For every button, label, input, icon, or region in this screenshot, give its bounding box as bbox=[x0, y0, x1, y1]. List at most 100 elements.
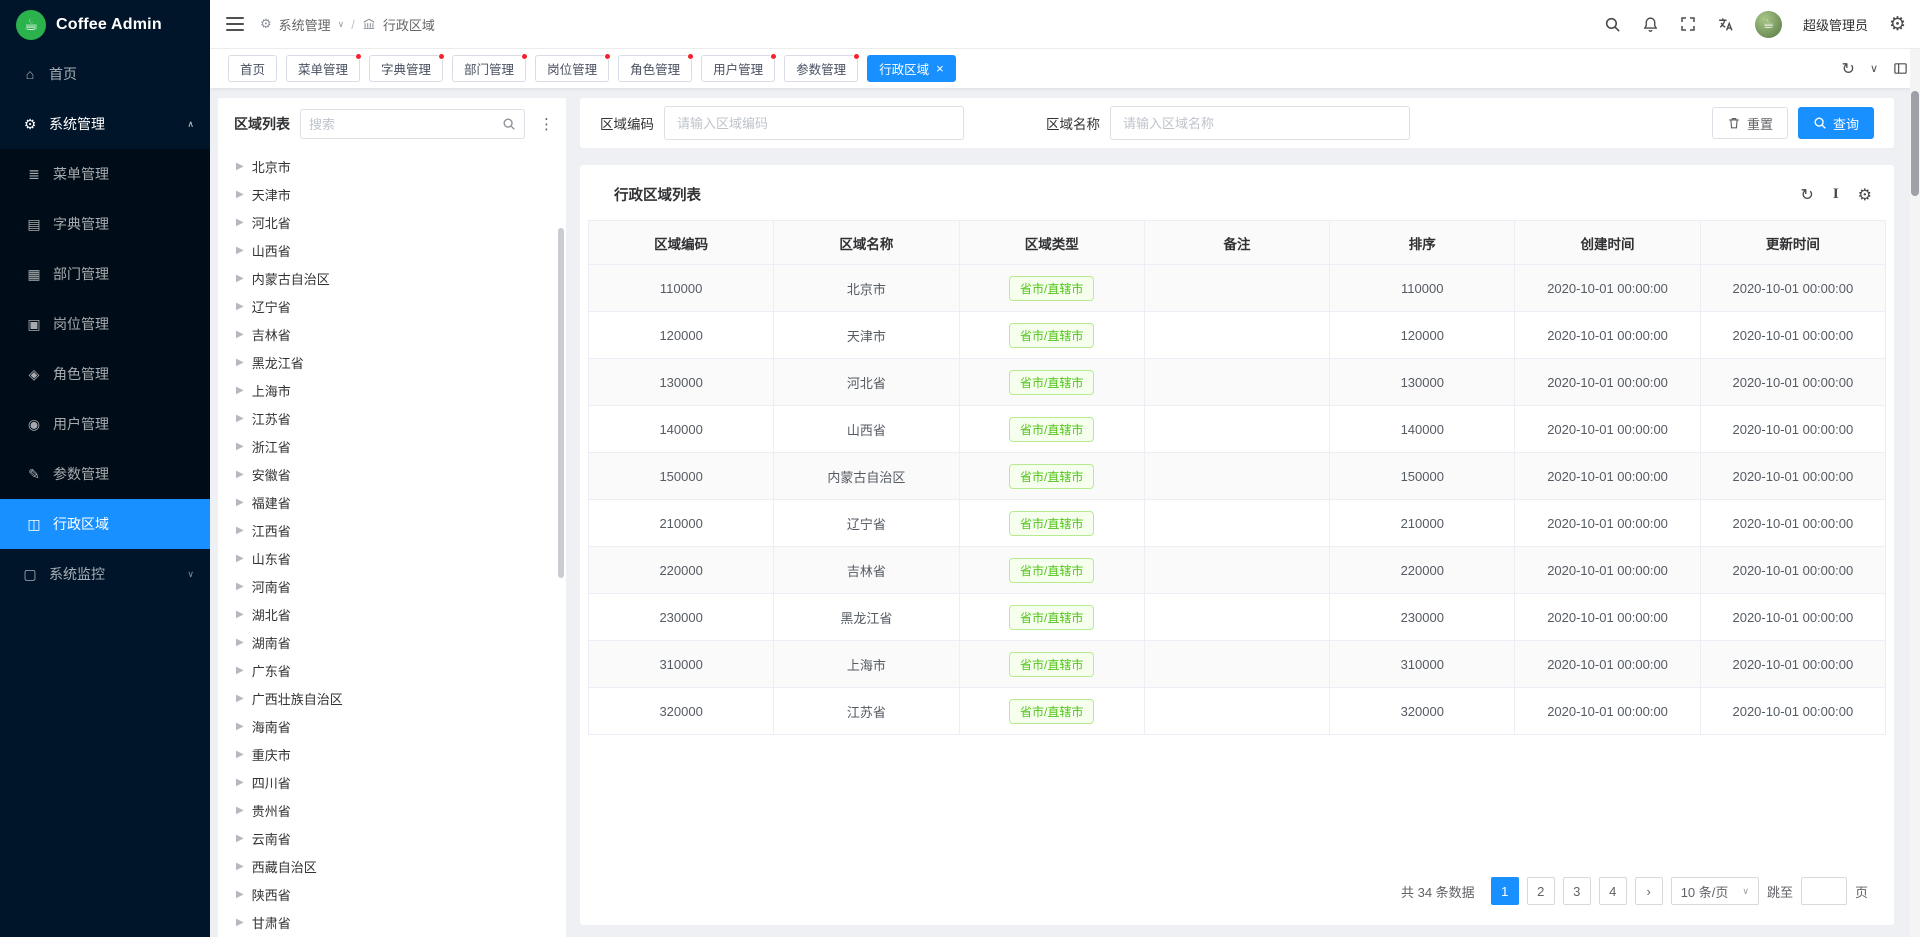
tree-item[interactable]: ▶ 江西省 bbox=[228, 516, 566, 544]
table-row[interactable]: 310000 上海市 省市/直辖市 310000 2020-10-01 00:0… bbox=[589, 641, 1886, 688]
more-options-icon[interactable]: ⋮ bbox=[535, 115, 558, 133]
expand-caret-icon[interactable]: ▶ bbox=[236, 525, 244, 536]
expand-caret-icon[interactable]: ▶ bbox=[236, 637, 244, 648]
tab[interactable]: 行政区域 × bbox=[867, 55, 956, 82]
sidebar-subitem[interactable]: ≣ 菜单管理 bbox=[0, 149, 210, 199]
tree-item[interactable]: ▶ 内蒙古自治区 bbox=[228, 264, 566, 292]
tree-item[interactable]: ▶ 辽宁省 bbox=[228, 292, 566, 320]
tree-item[interactable]: ▶ 贵州省 bbox=[228, 796, 566, 824]
tree-item[interactable]: ▶ 湖北省 bbox=[228, 600, 566, 628]
table-column-header[interactable]: 创建时间 bbox=[1515, 221, 1700, 265]
table-row[interactable]: 110000 北京市 省市/直辖市 110000 2020-10-01 00:0… bbox=[589, 265, 1886, 312]
tab[interactable]: 部门管理 × bbox=[452, 55, 526, 82]
tree-item[interactable]: ▶ 西藏自治区 bbox=[228, 852, 566, 880]
bell-icon[interactable] bbox=[1642, 16, 1659, 33]
tree-scrollbar-thumb[interactable] bbox=[558, 228, 564, 578]
tree-item[interactable]: ▶ 浙江省 bbox=[228, 432, 566, 460]
table-row[interactable]: 120000 天津市 省市/直辖市 120000 2020-10-01 00:0… bbox=[589, 312, 1886, 359]
expand-caret-icon[interactable]: ▶ bbox=[236, 917, 244, 928]
expand-caret-icon[interactable]: ▶ bbox=[236, 721, 244, 732]
table-row[interactable]: 320000 江苏省 省市/直辖市 320000 2020-10-01 00:0… bbox=[589, 688, 1886, 735]
tree-item[interactable]: ▶ 广东省 bbox=[228, 656, 566, 684]
table-row[interactable]: 130000 河北省 省市/直辖市 130000 2020-10-01 00:0… bbox=[589, 359, 1886, 406]
search-icon[interactable] bbox=[1604, 16, 1621, 33]
page-number-button[interactable]: 1 bbox=[1491, 877, 1519, 905]
tree-item[interactable]: ▶ 安徽省 bbox=[228, 460, 566, 488]
refresh-tabs-icon[interactable]: ↻ bbox=[1842, 59, 1855, 79]
region-search-input[interactable] bbox=[309, 117, 502, 132]
tree-item[interactable]: ▶ 上海市 bbox=[228, 376, 566, 404]
tree-item[interactable]: ▶ 陕西省 bbox=[228, 880, 566, 908]
user-avatar[interactable]: ☕ bbox=[1755, 11, 1782, 38]
expand-caret-icon[interactable]: ▶ bbox=[236, 833, 244, 844]
expand-caret-icon[interactable]: ▶ bbox=[236, 217, 244, 228]
tab-close-icon[interactable]: × bbox=[936, 62, 944, 75]
tab[interactable]: 字典管理 × bbox=[369, 55, 443, 82]
translate-icon[interactable] bbox=[1717, 16, 1734, 33]
expand-caret-icon[interactable]: ▶ bbox=[236, 609, 244, 620]
expand-caret-icon[interactable]: ▶ bbox=[236, 553, 244, 564]
reset-button[interactable]: 重置 bbox=[1712, 107, 1788, 139]
tree-item[interactable]: ▶ 河北省 bbox=[228, 208, 566, 236]
expand-caret-icon[interactable]: ▶ bbox=[236, 161, 244, 172]
tab[interactable]: 菜单管理 × bbox=[286, 55, 360, 82]
sidebar-group-system[interactable]: ⚙ 系统管理 ∧ bbox=[0, 99, 210, 149]
collapse-menu-icon[interactable] bbox=[226, 17, 244, 31]
table-row[interactable]: 220000 吉林省 省市/直辖市 220000 2020-10-01 00:0… bbox=[589, 547, 1886, 594]
tree-item[interactable]: ▶ 云南省 bbox=[228, 824, 566, 852]
tree-item[interactable]: ▶ 吉林省 bbox=[228, 320, 566, 348]
region-name-input[interactable] bbox=[1110, 106, 1410, 140]
tree-item[interactable]: ▶ 河南省 bbox=[228, 572, 566, 600]
sidebar-subitem[interactable]: ✎ 参数管理 bbox=[0, 449, 210, 499]
jump-page-input[interactable] bbox=[1801, 877, 1847, 905]
column-settings-gear-icon[interactable]: ⚙ bbox=[1858, 185, 1872, 205]
settings-gear-icon[interactable]: ⚙ bbox=[1889, 15, 1906, 34]
expand-caret-icon[interactable]: ▶ bbox=[236, 497, 244, 508]
sidebar-subitem[interactable]: ◫ 行政区域 bbox=[0, 499, 210, 549]
table-row[interactable]: 210000 辽宁省 省市/直辖市 210000 2020-10-01 00:0… bbox=[589, 500, 1886, 547]
expand-caret-icon[interactable]: ▶ bbox=[236, 805, 244, 816]
region-code-input[interactable] bbox=[664, 106, 964, 140]
expand-caret-icon[interactable]: ▶ bbox=[236, 665, 244, 676]
refresh-icon[interactable]: ↻ bbox=[1800, 185, 1813, 205]
table-row[interactable]: 230000 黑龙江省 省市/直辖市 230000 2020-10-01 00:… bbox=[589, 594, 1886, 641]
expand-caret-icon[interactable]: ▶ bbox=[236, 441, 244, 452]
expand-caret-icon[interactable]: ▶ bbox=[236, 413, 244, 424]
page-number-button[interactable]: 3 bbox=[1563, 877, 1591, 905]
expand-caret-icon[interactable]: ▶ bbox=[236, 777, 244, 788]
expand-caret-icon[interactable]: ▶ bbox=[236, 189, 244, 200]
tab[interactable]: 首页 × bbox=[228, 55, 277, 82]
user-name[interactable]: 超级管理员 bbox=[1803, 15, 1868, 34]
sidebar-item-home[interactable]: ⌂ 首页 bbox=[0, 49, 210, 99]
sidebar-subitem[interactable]: ▦ 部门管理 bbox=[0, 249, 210, 299]
table-column-header[interactable]: 区域编码 bbox=[589, 221, 774, 265]
expand-caret-icon[interactable]: ▶ bbox=[236, 469, 244, 480]
expand-caret-icon[interactable]: ▶ bbox=[236, 861, 244, 872]
expand-caret-icon[interactable]: ▶ bbox=[236, 581, 244, 592]
tree-item[interactable]: ▶ 广西壮族自治区 bbox=[228, 684, 566, 712]
table-row[interactable]: 150000 内蒙古自治区 省市/直辖市 150000 2020-10-01 0… bbox=[589, 453, 1886, 500]
tab[interactable]: 岗位管理 × bbox=[535, 55, 609, 82]
sidebar-subitem[interactable]: ▣ 岗位管理 bbox=[0, 299, 210, 349]
fullscreen-icon[interactable] bbox=[1680, 16, 1696, 32]
table-row[interactable]: 140000 山西省 省市/直辖市 140000 2020-10-01 00:0… bbox=[589, 406, 1886, 453]
tab[interactable]: 参数管理 × bbox=[784, 55, 858, 82]
expand-caret-icon[interactable]: ▶ bbox=[236, 889, 244, 900]
table-column-header[interactable]: 区域类型 bbox=[959, 221, 1144, 265]
expand-caret-icon[interactable]: ▶ bbox=[236, 245, 244, 256]
tree-item[interactable]: ▶ 福建省 bbox=[228, 488, 566, 516]
density-icon[interactable]: I bbox=[1833, 186, 1839, 203]
tree-item[interactable]: ▶ 山西省 bbox=[228, 236, 566, 264]
tree-item[interactable]: ▶ 四川省 bbox=[228, 768, 566, 796]
chevron-down-icon[interactable]: ∨ bbox=[1870, 62, 1878, 75]
table-column-header[interactable]: 区域名称 bbox=[774, 221, 959, 265]
expand-caret-icon[interactable]: ▶ bbox=[236, 693, 244, 704]
page-scrollbar[interactable] bbox=[1910, 49, 1920, 937]
layout-panel-icon[interactable] bbox=[1893, 61, 1908, 76]
expand-caret-icon[interactable]: ▶ bbox=[236, 357, 244, 368]
page-scrollbar-thumb[interactable] bbox=[1911, 91, 1919, 196]
tree-item[interactable]: ▶ 海南省 bbox=[228, 712, 566, 740]
next-page-button[interactable]: › bbox=[1635, 877, 1663, 905]
breadcrumb-section[interactable]: 系统管理 bbox=[279, 15, 331, 34]
table-column-header[interactable]: 备注 bbox=[1144, 221, 1329, 265]
